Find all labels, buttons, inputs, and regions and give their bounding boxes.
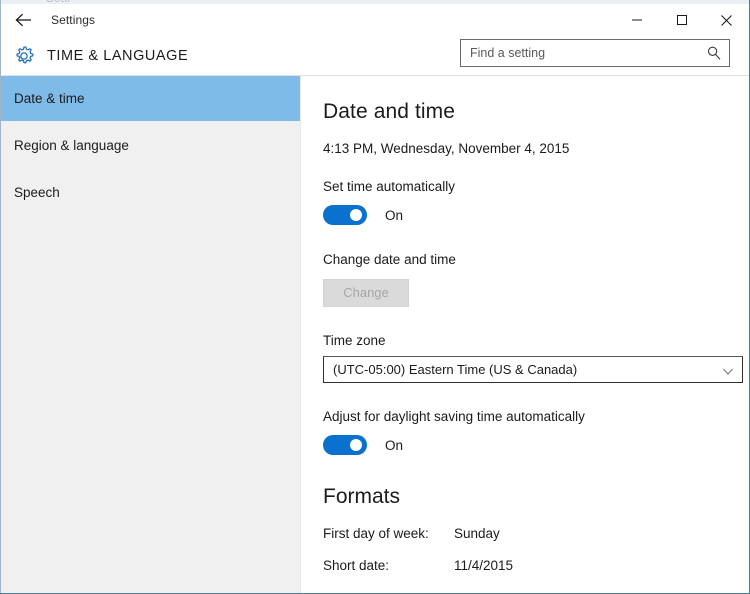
sidebar-item-label: Region & language bbox=[14, 138, 129, 153]
time-zone-dropdown[interactable]: (UTC-05:00) Eastern Time (US & Canada) bbox=[323, 356, 743, 383]
close-button[interactable] bbox=[704, 5, 749, 36]
search-box[interactable] bbox=[460, 39, 730, 67]
settings-content: Date and time 4:13 PM, Wednesday, Novemb… bbox=[301, 76, 749, 593]
format-row-short-date: Short date: 11/4/2015 bbox=[301, 558, 749, 573]
caption-button-group bbox=[614, 5, 749, 36]
search-icon[interactable] bbox=[699, 40, 729, 66]
format-value: Sunday bbox=[454, 526, 500, 541]
format-key: First day of week: bbox=[323, 526, 429, 541]
chevron-down-icon bbox=[722, 364, 734, 382]
set-time-automatically-toggle[interactable] bbox=[323, 205, 367, 225]
time-zone-label: Time zone bbox=[323, 333, 386, 348]
sidebar-item-label: Date & time bbox=[14, 91, 85, 106]
set-time-automatically-row: On bbox=[301, 205, 749, 225]
daylight-saving-row: On bbox=[301, 435, 749, 455]
change-date-and-time-label: Change date and time bbox=[323, 252, 456, 267]
set-time-automatically-label: Set time automatically bbox=[323, 179, 456, 194]
formats-heading: Formats bbox=[323, 485, 401, 508]
sidebar-item-date-time[interactable]: Date & time bbox=[1, 76, 300, 121]
gear-icon bbox=[1, 44, 47, 68]
daylight-saving-state: On bbox=[385, 437, 404, 453]
sidebar-item-speech[interactable]: Speech bbox=[1, 170, 300, 215]
format-value: 11/4/2015 bbox=[454, 558, 514, 573]
search-input[interactable] bbox=[461, 40, 699, 66]
minimize-button[interactable] bbox=[614, 5, 659, 36]
sidebar-item-label: Speech bbox=[14, 185, 60, 200]
format-row-first-day-of-week: First day of week: Sunday bbox=[301, 526, 749, 541]
set-time-automatically-state: On bbox=[385, 207, 404, 223]
sidebar-item-region-language[interactable]: Region & language bbox=[1, 123, 300, 168]
format-key: Short date: bbox=[323, 558, 390, 573]
current-datetime-text: 4:13 PM, Wednesday, November 4, 2015 bbox=[323, 141, 570, 156]
daylight-saving-toggle[interactable] bbox=[323, 435, 367, 455]
settings-sidebar: Date & time Region & language Speech bbox=[1, 76, 301, 593]
body-area: Date & time Region & language Speech Dat… bbox=[1, 76, 749, 593]
change-button[interactable]: Change bbox=[323, 279, 409, 307]
toggle-knob bbox=[350, 439, 362, 451]
window-title: Settings bbox=[51, 13, 96, 27]
date-and-time-heading: Date and time bbox=[323, 100, 456, 123]
settings-window: Setti Settings bbox=[0, 0, 750, 594]
page-header: TIME & LANGUAGE bbox=[1, 36, 749, 75]
page-title: TIME & LANGUAGE bbox=[47, 47, 189, 64]
toggle-knob bbox=[350, 209, 362, 221]
daylight-saving-label: Adjust for daylight saving time automati… bbox=[323, 409, 585, 424]
time-zone-value: (UTC-05:00) Eastern Time (US & Canada) bbox=[333, 362, 578, 377]
back-button[interactable] bbox=[1, 5, 47, 36]
maximize-button[interactable] bbox=[659, 5, 704, 36]
title-bar: Settings bbox=[1, 4, 749, 36]
